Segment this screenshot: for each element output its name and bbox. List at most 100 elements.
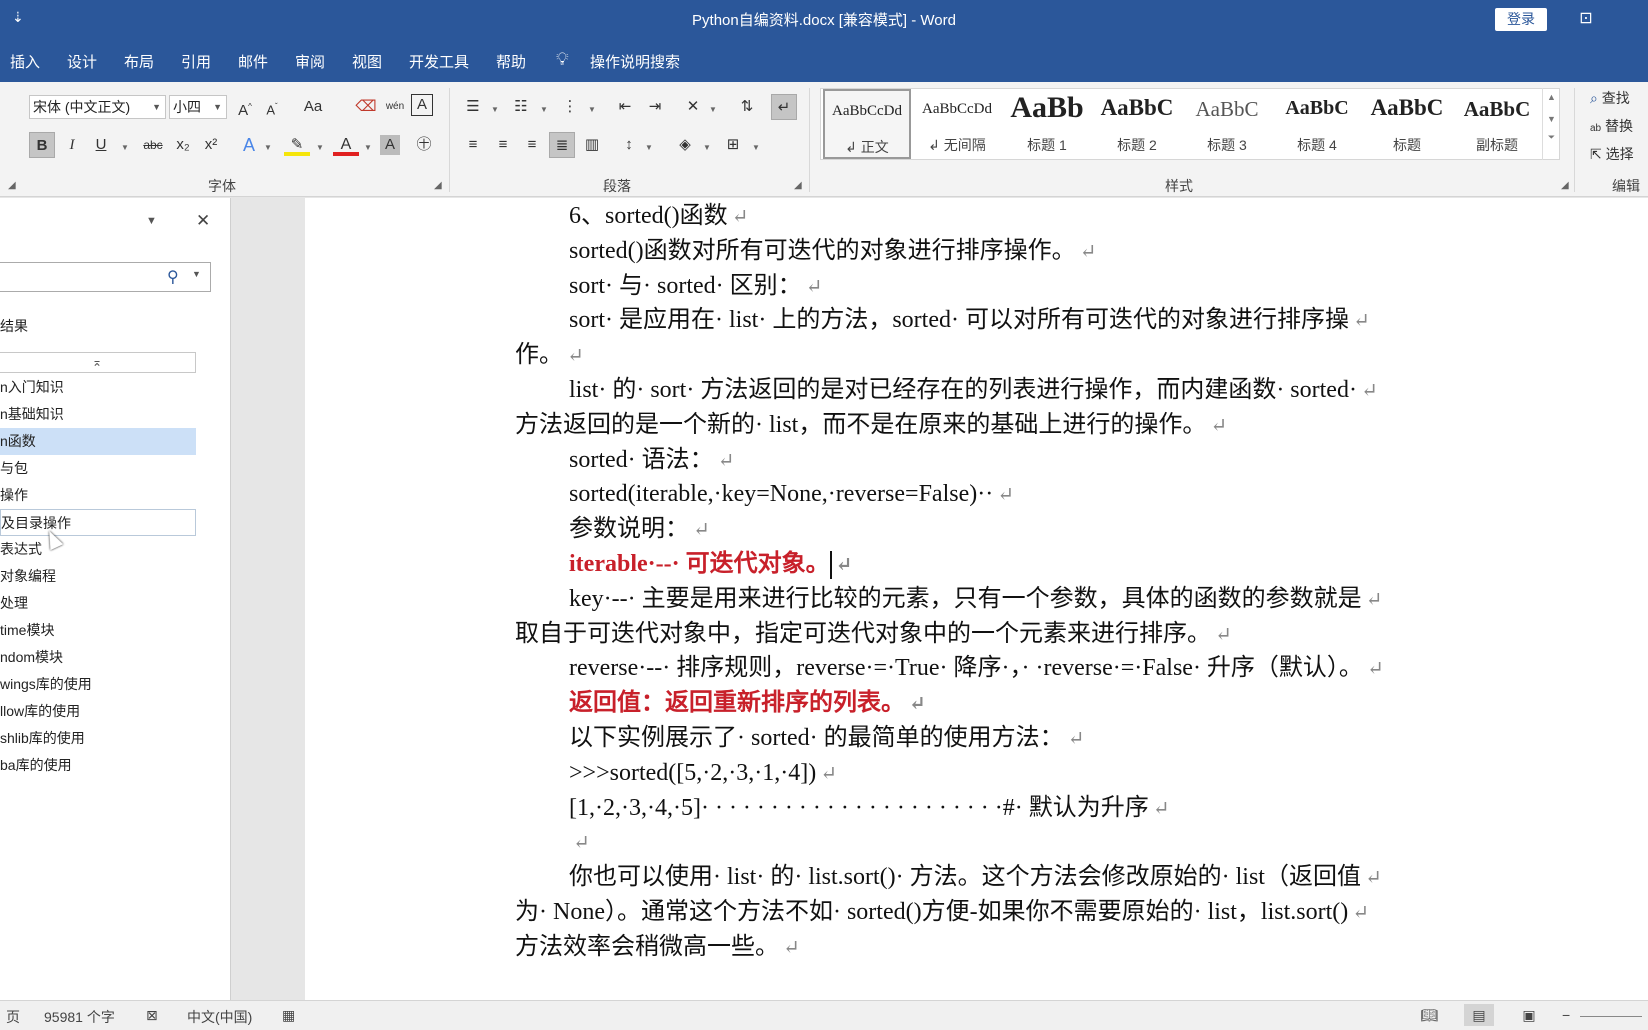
scroll-down-icon[interactable]: ▼ <box>1543 114 1560 124</box>
chevron-down-icon[interactable]: ▼ <box>645 143 653 152</box>
tab-help[interactable]: 帮助 <box>496 51 526 72</box>
multilevel-list-icon[interactable]: ⋮ <box>557 94 583 120</box>
line-spacing-icon[interactable]: ↕ <box>616 132 642 158</box>
strikethrough-button[interactable]: abc <box>137 132 169 158</box>
chinese-layout-icon[interactable]: ✕ <box>680 94 706 120</box>
bullets-icon[interactable]: ☰ <box>460 94 486 120</box>
document-line[interactable]: 取自于可迭代对象中，指定可迭代对象中的一个元素来进行排序。 ↵ <box>515 616 1495 653</box>
italic-button[interactable]: I <box>59 132 85 158</box>
chevron-down-icon[interactable]: ▼ <box>121 143 129 152</box>
tab-review[interactable]: 审阅 <box>295 51 325 72</box>
document-line[interactable]: sorted()函数对所有可迭代的对象进行排序操作。 ↵ <box>569 233 1549 270</box>
document-line[interactable]: sort· 与· sorted· 区别： ↵ <box>569 268 1549 305</box>
scroll-up-icon[interactable]: ▲ <box>1543 92 1560 102</box>
document-line[interactable]: sorted· 语法： ↵ <box>569 442 1549 479</box>
document-line[interactable]: [1,·2,·3,·4,·5]· · · · · · · · · · · · ·… <box>569 790 1549 827</box>
document-line[interactable]: ↵ <box>569 824 1549 861</box>
document-line[interactable]: 为· None）。通常这个方法不如· sorted()方便-如果你不需要原始的·… <box>515 894 1495 931</box>
chevron-down-icon[interactable]: ▼ <box>703 143 711 152</box>
subscript-button[interactable]: x₂ <box>170 132 196 158</box>
collapse-all-button[interactable]: ⌅ <box>0 352 196 373</box>
nav-search-input[interactable]: ⚲ ▼ <box>0 262 211 292</box>
document-line[interactable]: key·--· 主要是用来进行比较的元素，只有一个参数，具体的函数的参数就是 ↵ <box>569 581 1549 618</box>
web-layout-icon[interactable]: ▣ <box>1514 1004 1544 1026</box>
word-count[interactable]: 95981 个字 <box>44 1007 115 1027</box>
zoom-out-icon[interactable]: − <box>1562 1007 1570 1023</box>
superscript-button[interactable]: x² <box>198 132 224 158</box>
nav-heading-item[interactable]: n基础知识 <box>0 401 196 428</box>
replace-button[interactable]: ab 替换 <box>1590 116 1633 136</box>
numbering-icon[interactable]: ☷ <box>508 94 534 120</box>
style-heading-1[interactable]: AaBb 标题 1 <box>1003 89 1091 159</box>
macro-recording-icon[interactable]: ▦ <box>282 1007 295 1024</box>
underline-button[interactable]: U <box>88 132 114 158</box>
change-case-button[interactable]: Aa <box>296 94 330 120</box>
nav-heading-item[interactable]: 与包 <box>0 455 196 482</box>
nav-heading-item[interactable]: 表达式 <box>0 536 196 563</box>
document-line[interactable]: reverse·--· 排序规则，reverse·=·True· 降序·，· ·… <box>569 650 1549 687</box>
document-line[interactable]: >>>sorted([5,·2,·3,·1,·4]) ↵ <box>569 755 1549 792</box>
document-line[interactable]: 作。 ↵ <box>515 337 1495 374</box>
chevron-down-icon[interactable]: ▼ <box>540 105 548 114</box>
login-button[interactable]: 登录 <box>1495 8 1547 31</box>
document-line[interactable]: sorted(iterable,·key=None,·reverse=False… <box>569 476 1549 513</box>
distributed-icon[interactable]: ▥ <box>579 132 605 158</box>
nav-heading-item-hover[interactable]: 及目录操作 <box>0 509 196 536</box>
language-indicator[interactable]: 中文(中国) <box>187 1007 252 1027</box>
proofing-icon[interactable]: ⊠ <box>146 1007 158 1024</box>
document-line[interactable]: 返回值：返回重新排序的列表。 ↵ <box>569 685 1549 722</box>
grow-font-button[interactable]: A^ <box>232 94 258 120</box>
launcher-icon[interactable]: ◢ <box>8 180 16 191</box>
nav-heading-item[interactable]: ba库的使用 <box>0 752 196 779</box>
nav-heading-item[interactable]: 处理 <box>0 590 196 617</box>
read-mode-icon[interactable]: 📖︎ <box>1414 1004 1444 1026</box>
close-icon[interactable]: ✕ <box>196 211 210 231</box>
tab-insert[interactable]: 插入 <box>10 51 40 72</box>
chevron-down-icon[interactable]: ▼ <box>264 143 272 152</box>
chevron-down-icon[interactable]: ▼ <box>752 143 760 152</box>
document-line[interactable]: 方法返回的是一个新的· list，而不是在原来的基础上进行的操作。 ↵ <box>515 407 1495 444</box>
document-line[interactable]: 你也可以使用· list· 的· list.sort()· 方法。这个方法会修改… <box>569 859 1549 896</box>
nav-heading-item[interactable]: shlib库的使用 <box>0 725 196 752</box>
font-color-button[interactable]: A <box>333 132 359 156</box>
clear-formatting-icon[interactable]: ⌫ <box>353 94 379 120</box>
document-line[interactable]: iterable·--· 可迭代对象。 ↵ <box>569 546 1549 583</box>
nav-heading-item[interactable]: wings库的使用 <box>0 671 196 698</box>
chevron-down-icon[interactable]: ▼ <box>588 105 596 114</box>
chevron-down-icon[interactable]: ▼ <box>316 143 324 152</box>
font-size-combo[interactable]: 小四 ▼ <box>169 95 227 119</box>
style-title[interactable]: AaBbC 标题 <box>1363 89 1451 159</box>
style-heading-3[interactable]: AaBbC 标题 3 <box>1183 89 1271 159</box>
results-tab[interactable]: 结果 <box>0 316 28 336</box>
chevron-down-icon[interactable]: ▼ <box>192 269 201 279</box>
increase-indent-icon[interactable]: ⇥ <box>642 94 668 120</box>
nav-heading-item[interactable]: ndom模块 <box>0 644 196 671</box>
enclose-characters-icon[interactable]: ㊉ <box>411 132 437 158</box>
highlight-icon[interactable]: ✎ <box>284 132 310 156</box>
zoom-slider[interactable] <box>1580 1016 1642 1017</box>
font-name-combo[interactable]: 宋体 (中文正文) ▼ <box>29 95 166 119</box>
print-layout-icon[interactable]: ▤ <box>1464 1004 1494 1026</box>
document-line[interactable]: 方法效率会稍微高一些。 ↵ <box>515 929 1495 966</box>
nav-heading-item[interactable]: time模块 <box>0 617 196 644</box>
document-line[interactable]: 以下实例展示了· sorted· 的最简单的使用方法： ↵ <box>569 720 1549 757</box>
page-indicator[interactable]: 页 <box>6 1007 20 1027</box>
nav-heading-item[interactable]: llow库的使用 <box>0 698 196 725</box>
search-icon[interactable]: ⚲ <box>167 267 179 287</box>
decrease-indent-icon[interactable]: ⇤ <box>612 94 638 120</box>
styles-scroll[interactable]: ▲ ▼ ⏷ <box>1542 88 1560 160</box>
more-styles-icon[interactable]: ⏷ <box>1543 132 1560 143</box>
style-heading-2[interactable]: AaBbC 标题 2 <box>1093 89 1181 159</box>
ribbon-display-options-icon[interactable]: ⊡ <box>1576 8 1596 28</box>
nav-heading-item[interactable]: n入门知识 <box>0 374 196 401</box>
nav-heading-item[interactable]: 对象编程 <box>0 563 196 590</box>
phonetic-guide-button[interactable]: wén <box>382 94 408 120</box>
font-dialog-launcher-icon[interactable]: ◢ <box>434 180 442 191</box>
align-left-icon[interactable]: ≡ <box>460 132 486 158</box>
paragraph-dialog-launcher-icon[interactable]: ◢ <box>794 180 802 191</box>
tab-developer[interactable]: 开发工具 <box>409 51 469 72</box>
nav-heading-item-selected[interactable]: n函数 <box>0 428 196 455</box>
document-line[interactable]: 6、sorted()函数 ↵ <box>569 198 1549 235</box>
text-effects-icon[interactable]: A <box>236 132 262 158</box>
style-no-spacing[interactable]: AaBbCcDd ↲ 无间隔 <box>913 89 1001 159</box>
